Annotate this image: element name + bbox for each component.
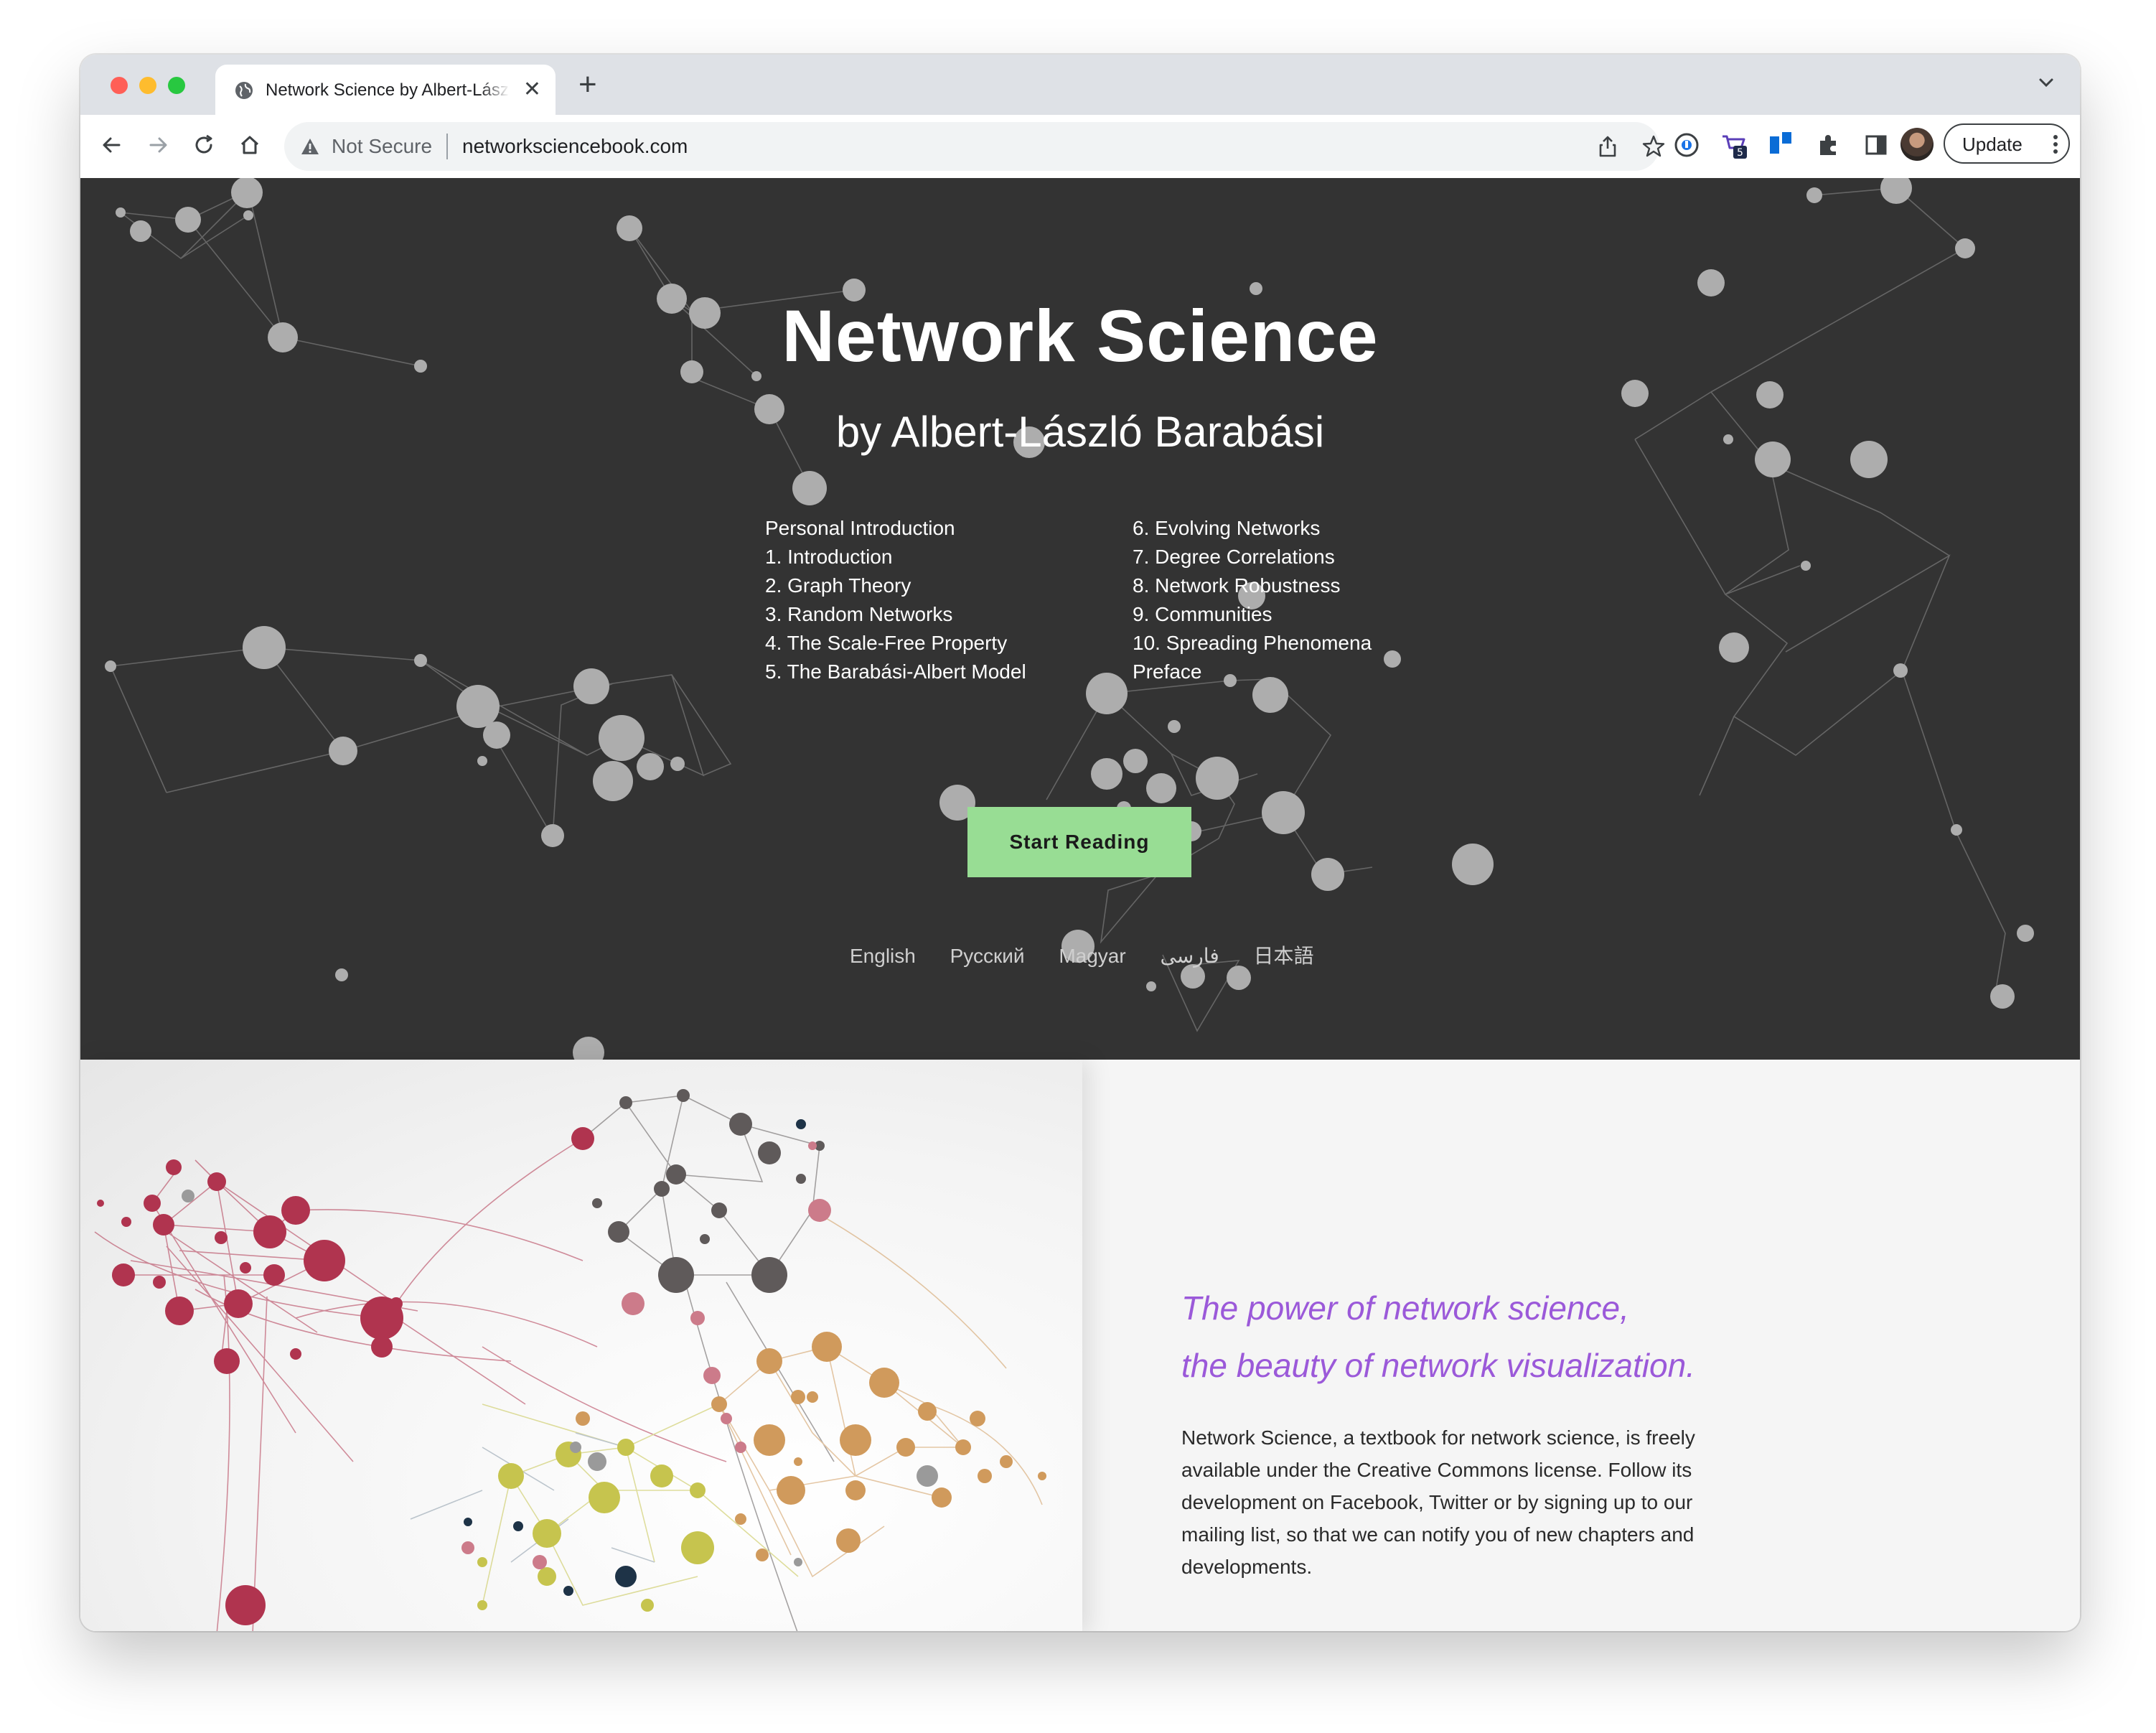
- kebab-menu-icon[interactable]: [2051, 134, 2060, 155]
- visualization-nodes: [97, 1089, 1046, 1625]
- zoom-window-button[interactable]: [168, 77, 185, 94]
- network-visualization-image: [80, 1060, 1082, 1631]
- star-icon[interactable]: [1641, 134, 1667, 159]
- toc-link-preface[interactable]: Preface: [1133, 658, 1372, 686]
- puzzle-icon[interactable]: [1814, 131, 1843, 159]
- warning-icon[interactable]: [300, 136, 320, 157]
- avatar[interactable]: [1900, 128, 1934, 161]
- toc-link-chapter-6[interactable]: 6. Evolving Networks: [1133, 514, 1372, 543]
- share-icon[interactable]: [1595, 134, 1621, 159]
- password-icon[interactable]: [1672, 131, 1701, 159]
- description-text: Network Science, a textbook for network …: [1181, 1426, 1695, 1578]
- security-label[interactable]: Not Secure: [332, 134, 432, 159]
- toc-link-chapter-3[interactable]: 3. Random Networks: [765, 600, 1026, 629]
- forward-arrow-icon[interactable]: [144, 131, 172, 159]
- toc-link-chapter-2[interactable]: 2. Graph Theory: [765, 571, 1026, 600]
- back-arrow-icon[interactable]: [98, 131, 126, 159]
- lang-hungarian[interactable]: Magyar: [1059, 945, 1125, 967]
- toc-link-chapter-4[interactable]: 4. The Scale-Free Property: [765, 629, 1026, 658]
- page-subtitle: by Albert-László Barabási: [835, 408, 1325, 456]
- cart-icon[interactable]: 5: [1720, 131, 1748, 159]
- toc-link-chapter-9[interactable]: 9. Communities: [1133, 600, 1372, 629]
- browser-window: Network Science by Albert-László Barabás…: [80, 55, 2080, 1631]
- omnibox-divider: [446, 134, 448, 159]
- toc-link-chapter-7[interactable]: 7. Degree Correlations: [1133, 543, 1372, 571]
- close-window-button[interactable]: [111, 77, 128, 94]
- url-text[interactable]: networksciencebook.com: [462, 134, 688, 159]
- toc-link-chapter-8[interactable]: 8. Network Robustness: [1133, 571, 1372, 600]
- plus-icon[interactable]: +: [578, 66, 597, 103]
- lang-persian[interactable]: فارسی: [1160, 945, 1219, 967]
- minimize-window-button[interactable]: [139, 77, 156, 94]
- close-icon[interactable]: ✕: [523, 78, 541, 102]
- start-reading-button[interactable]: Start Reading: [967, 807, 1191, 877]
- network-visualization: [94, 1089, 1046, 1631]
- hero-section: Network Science by Albert-László Barabás…: [80, 178, 2080, 1060]
- trello-icon[interactable]: [1767, 131, 1796, 159]
- lang-english[interactable]: English: [850, 945, 916, 967]
- chevron-down-icon[interactable]: [2034, 70, 2058, 95]
- page-title: Network Science: [782, 295, 1379, 377]
- address-bar[interactable]: Not Secure networksciencebook.com: [284, 122, 1665, 171]
- toc-link-personal-introduction[interactable]: Personal Introduction: [765, 514, 1026, 543]
- browser-toolbar: Not Secure networksciencebook.com 5 Upda…: [80, 115, 2080, 179]
- lang-japanese[interactable]: 日本語: [1254, 945, 1314, 967]
- lang-russian[interactable]: Русский: [950, 945, 1025, 967]
- extension-badge: 5: [1737, 147, 1743, 159]
- update-label: Update: [1962, 134, 2023, 155]
- sidepanel-icon[interactable]: [1862, 131, 1890, 159]
- globe-icon: [235, 82, 253, 99]
- page-viewport: Network Science by Albert-László Barabás…: [80, 178, 2080, 1631]
- language-switcher: English Русский Magyar فارسی 日本語: [850, 943, 1343, 969]
- toc-left-column: Personal Introduction 1. Introduction 2.…: [765, 514, 1026, 686]
- toc-link-chapter-10[interactable]: 10. Spreading Phenomena: [1133, 629, 1372, 658]
- update-button[interactable]: Update: [1944, 123, 2070, 164]
- tab-title: Network Science by Albert-László Barabás…: [266, 80, 510, 100]
- toc-right-column: 6. Evolving Networks 7. Degree Correlati…: [1133, 514, 1372, 686]
- tagline-line-2: the beauty of network visualization.: [1181, 1347, 1695, 1384]
- tagline: The power of network science, the beauty…: [1181, 1279, 1695, 1394]
- tagline-line-1: The power of network science,: [1181, 1289, 1629, 1327]
- toc-link-chapter-1[interactable]: 1. Introduction: [765, 543, 1026, 571]
- home-icon[interactable]: [235, 131, 264, 159]
- reload-icon[interactable]: [189, 131, 218, 159]
- toc-link-chapter-5[interactable]: 5. The Barabási-Albert Model: [765, 658, 1026, 686]
- tab-network-science[interactable]: Network Science by Albert-László Barabás…: [215, 65, 556, 115]
- tab-strip: Network Science by Albert-László Barabás…: [80, 55, 2080, 115]
